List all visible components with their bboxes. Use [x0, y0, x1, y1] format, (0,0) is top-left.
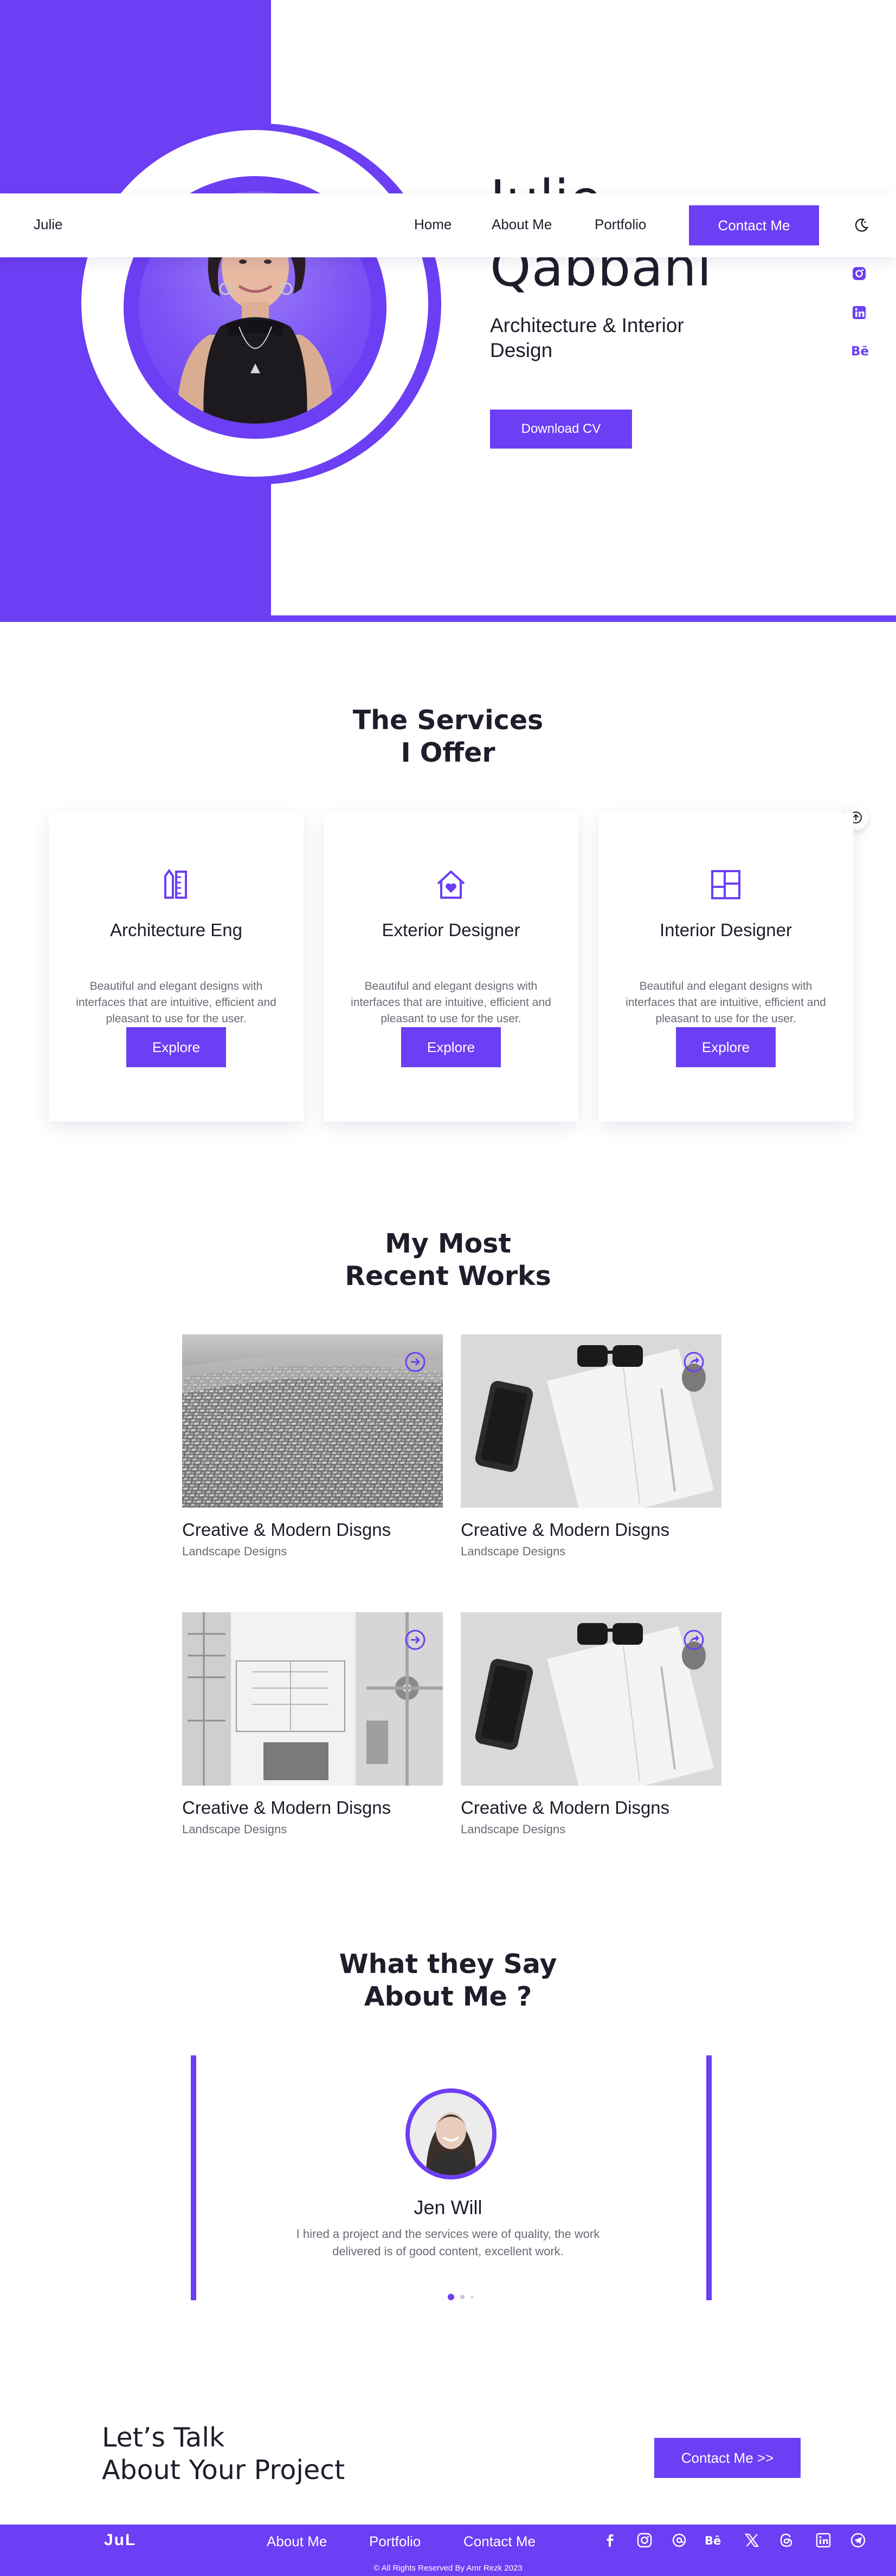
testimonials-title-line2: About Me ?: [364, 1981, 532, 2012]
footer-link-contact[interactable]: Contact Me: [463, 2533, 536, 2550]
download-cv-button[interactable]: Download CV: [490, 410, 632, 449]
explore-button[interactable]: Explore: [401, 1027, 501, 1067]
top-navbar: Julie Home About Me Portfolio Contact Me: [0, 193, 896, 257]
avatar: [405, 2088, 497, 2179]
threads-alt-icon[interactable]: [778, 2532, 795, 2548]
service-card: Architecture Eng Beautiful and elegant d…: [49, 813, 304, 1121]
footer-logo[interactable]: JuL: [104, 2531, 136, 2549]
service-title: Interior Designer: [660, 920, 792, 940]
works-title-line1: My Most: [385, 1228, 511, 1259]
nav-link-portfolio[interactable]: Portfolio: [595, 216, 646, 233]
hero-subtitle: Architecture & Interior Design: [490, 314, 684, 361]
services-title: The Services I Offer: [0, 704, 896, 769]
svg-text:Bē: Bē: [851, 345, 869, 359]
work-title: Creative & Modern Disgns: [182, 1520, 391, 1540]
service-description: Beautiful and elegant designs with inter…: [76, 980, 276, 1025]
hero-section: Julie Qabbani Architecture & Interior De…: [0, 0, 896, 622]
arrow-circle-icon[interactable]: [404, 1628, 427, 1651]
service-card: Interior Designer Beautiful and elegant …: [598, 813, 853, 1121]
service-description: Beautiful and elegant designs with inter…: [626, 980, 826, 1025]
cta-heading: Let’s Talk About Your Project: [102, 2422, 345, 2487]
explore-button[interactable]: Explore: [126, 1027, 226, 1067]
svg-text:Bē: Bē: [705, 2534, 721, 2547]
works-title-line2: Recent Works: [345, 1261, 551, 1292]
services-title-line2: I Offer: [401, 737, 495, 768]
x-icon[interactable]: [744, 2532, 760, 2548]
footer-link-about[interactable]: About Me: [267, 2533, 327, 2550]
cta-line1: Let’s Talk: [102, 2422, 225, 2453]
service-title: Architecture Eng: [110, 920, 242, 940]
hero-bottom-line: [271, 615, 896, 622]
arrow-circle-icon[interactable]: [404, 1351, 427, 1373]
cta-line2: About Your Project: [102, 2455, 345, 2486]
behance-icon[interactable]: Bē: [851, 342, 869, 359]
service-card: Exterior Designer Beautiful and elegant …: [324, 813, 578, 1121]
work-category: Landscape Designs: [461, 1545, 566, 1558]
layout-icon: [710, 868, 742, 901]
work-category: Landscape Designs: [461, 1822, 566, 1836]
instagram-icon[interactable]: [851, 265, 867, 282]
service-description: Beautiful and elegant designs with inter…: [351, 980, 551, 1025]
nav-contact-button[interactable]: Contact Me: [689, 205, 819, 245]
linkedin-icon[interactable]: [851, 304, 867, 321]
work-title: Creative & Modern Disgns: [461, 1798, 670, 1818]
footer: JuL About Me Portfolio Contact Me Bē © A…: [0, 2525, 896, 2576]
testimonials-title: What they Say About Me ?: [0, 1948, 896, 2013]
work-category: Landscape Designs: [182, 1545, 287, 1558]
nav-logo[interactable]: Julie: [34, 216, 62, 233]
behance-icon[interactable]: Bē: [705, 2532, 721, 2548]
explore-button[interactable]: Explore: [676, 1027, 776, 1067]
testimonial-name: Jen Will: [414, 2196, 482, 2218]
carousel-dot[interactable]: [460, 2295, 465, 2299]
telegram-icon[interactable]: [850, 2532, 866, 2548]
threads-icon[interactable]: [671, 2532, 687, 2548]
services-title-line1: The Services: [352, 705, 544, 736]
testimonial-accent-left: [191, 2055, 196, 2300]
nav-link-about[interactable]: About Me: [492, 216, 552, 233]
house-heart-icon: [435, 868, 467, 901]
work-title: Creative & Modern Disgns: [461, 1520, 670, 1540]
linkedin-icon[interactable]: [815, 2532, 831, 2548]
carousel-dot[interactable]: [470, 2295, 474, 2299]
moon-icon[interactable]: [853, 217, 869, 233]
work-category: Landscape Designs: [182, 1822, 287, 1836]
testimonial-accent-right: [706, 2055, 712, 2300]
ruler-pencil-icon: [160, 868, 192, 901]
service-title: Exterior Designer: [382, 920, 520, 940]
share-circle-icon[interactable]: [682, 1628, 705, 1651]
cta-contact-button[interactable]: Contact Me >>: [654, 2438, 801, 2478]
nav-link-home[interactable]: Home: [414, 216, 452, 233]
carousel-dot-active[interactable]: [448, 2294, 454, 2300]
copyright-text: © All Rights Reserved By Amr Rezk 2023: [373, 2564, 523, 2573]
work-title: Creative & Modern Disgns: [182, 1798, 391, 1818]
share-circle-icon[interactable]: [682, 1351, 705, 1373]
facebook-icon[interactable]: [602, 2532, 618, 2548]
works-title: My Most Recent Works: [0, 1228, 896, 1293]
footer-link-portfolio[interactable]: Portfolio: [369, 2533, 421, 2550]
instagram-icon[interactable]: [636, 2532, 653, 2548]
testimonial-quote: I hired a project and the services were …: [296, 2227, 600, 2258]
testimonials-title-line1: What they Say: [339, 1949, 557, 1980]
